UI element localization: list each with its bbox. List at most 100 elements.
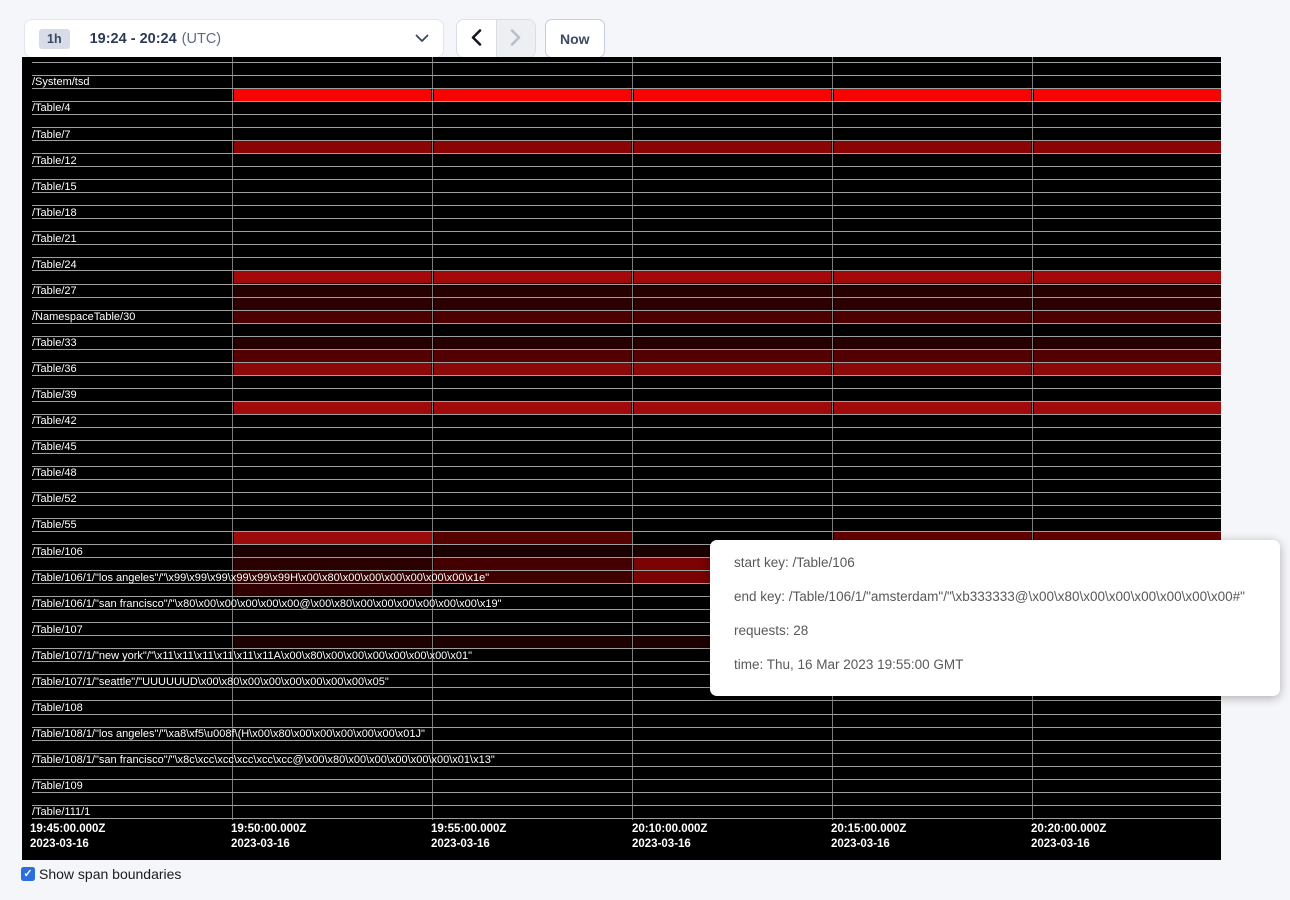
heat-band: [634, 271, 831, 283]
span-boundary-line: [32, 505, 1221, 506]
tooltip-requests: requests: 28: [734, 621, 1256, 641]
axis-tick-time: 20:10:00.000Z: [632, 823, 707, 835]
span-boundary-line: [32, 75, 1221, 76]
span-boundary-line: [32, 101, 1221, 102]
time-nav-group: [456, 19, 536, 58]
span-tooltip: start key: /Table/106 end key: /Table/10…: [710, 540, 1280, 696]
heat-band: [434, 532, 633, 544]
key-visualizer-heatmap[interactable]: /System/tsd/Table/4/Table/7/Table/12/Tab…: [22, 57, 1221, 860]
span-boundary-line: [32, 388, 1221, 389]
span-boundary-line: [32, 257, 1221, 258]
heat-band: [834, 285, 1031, 297]
span-boundary-line: [32, 466, 1221, 467]
heat-band: [434, 545, 631, 557]
tooltip-start-key: start key: /Table/106: [734, 553, 1256, 573]
heat-band: [634, 350, 831, 362]
heat-band: [434, 141, 631, 153]
heat-band: [834, 350, 1031, 362]
span-boundary-line: [32, 453, 1221, 454]
row-key-label: /Table/24: [32, 259, 77, 271]
heat-band: [434, 89, 631, 101]
row-key-label: /Table/45: [32, 441, 77, 453]
span-boundary-line: [32, 127, 1221, 128]
span-boundary-line: [32, 414, 1221, 415]
heat-band: [1034, 363, 1222, 375]
heat-band: [834, 311, 1031, 323]
heat-band: [834, 271, 1031, 283]
heat-band: [634, 141, 831, 153]
axis-tick-time: 19:45:00.000Z: [30, 823, 105, 835]
row-key-label: /Table/107/1/"seattle"/"UUUUUUD\x00\x80\…: [32, 676, 389, 688]
heat-band: [234, 271, 431, 283]
heat-band: [434, 558, 633, 570]
heat-band: [634, 89, 831, 101]
span-boundary-line: [32, 714, 1221, 715]
time-gridline: [632, 57, 633, 820]
axis-tick-date: 2023-03-16: [632, 838, 691, 850]
heat-band: [634, 337, 831, 349]
span-boundary-line: [32, 492, 1221, 493]
heat-band: [434, 337, 631, 349]
row-key-label: /NamespaceTable/30: [32, 311, 135, 323]
axis-tick-time: 19:55:00.000Z: [431, 823, 506, 835]
heat-band: [834, 363, 1031, 375]
span-boundary-line: [32, 192, 1221, 193]
chevron-down-icon: [415, 34, 429, 43]
row-key-label: /Table/39: [32, 389, 77, 401]
axis-tick-date: 2023-03-16: [30, 838, 89, 850]
span-boundary-line: [32, 427, 1221, 428]
row-key-label: /Table/107/1/"new york"/"\x11\x11\x11\x1…: [32, 650, 472, 662]
row-key-label: /Table/33: [32, 337, 77, 349]
row-key-label: /Table/12: [32, 155, 77, 167]
heat-band: [434, 350, 631, 362]
heat-band: [434, 271, 631, 283]
span-boundary-line: [32, 166, 1221, 167]
show-span-boundaries-checkbox[interactable]: ✓: [21, 867, 35, 881]
axis-tick-date: 2023-03-16: [231, 838, 290, 850]
row-key-label: /Table/106/1/"los angeles"/"\x99\x99\x99…: [32, 572, 489, 584]
heat-band: [234, 402, 431, 414]
time-gridline: [432, 57, 433, 820]
time-range-selector[interactable]: 1h 19:24 - 20:24 (UTC): [24, 19, 444, 58]
chevron-right-icon: [510, 29, 521, 49]
range-timezone: (UTC): [182, 31, 221, 47]
row-key-label: /Table/107: [32, 624, 83, 636]
range-duration-badge: 1h: [39, 29, 70, 49]
row-key-label: /Table/36: [32, 363, 77, 375]
row-key-label: /Table/4: [32, 102, 71, 114]
span-boundary-line: [32, 792, 1221, 793]
row-key-label: /Table/48: [32, 467, 77, 479]
heat-band: [434, 636, 631, 648]
heat-band: [234, 584, 433, 596]
span-boundary-line: [32, 153, 1221, 154]
row-key-label: /Table/106/1/"san francisco"/"\x80\x00\x…: [32, 598, 502, 610]
heat-band: [1034, 285, 1222, 297]
heat-band: [834, 141, 1031, 153]
heat-band: [1034, 89, 1222, 101]
row-key-label: /Table/15: [32, 181, 77, 193]
heat-band: [434, 363, 631, 375]
span-boundary-line: [32, 323, 1221, 324]
row-key-label: /Table/27: [32, 285, 77, 297]
axis-tick-date: 2023-03-16: [831, 838, 890, 850]
heat-band: [834, 402, 1031, 414]
row-key-label: /Table/52: [32, 493, 77, 505]
heat-band: [234, 545, 431, 557]
heat-band: [234, 298, 431, 310]
span-boundary-line: [32, 818, 1221, 819]
heat-band: [434, 402, 631, 414]
prev-time-button[interactable]: [457, 20, 496, 57]
span-boundary-line: [32, 231, 1221, 232]
row-key-label: /Table/109: [32, 780, 83, 792]
heat-band: [434, 298, 631, 310]
span-boundary-line: [32, 114, 1221, 115]
heat-band: [434, 285, 631, 297]
axis-tick-time: 20:20:00.000Z: [1031, 823, 1106, 835]
heat-band: [1034, 298, 1222, 310]
span-boundary-line: [32, 375, 1221, 376]
heat-band: [1034, 311, 1222, 323]
axis-tick-date: 2023-03-16: [431, 838, 490, 850]
heat-band: [834, 337, 1031, 349]
next-time-button[interactable]: [496, 20, 535, 57]
now-button[interactable]: Now: [545, 19, 605, 58]
